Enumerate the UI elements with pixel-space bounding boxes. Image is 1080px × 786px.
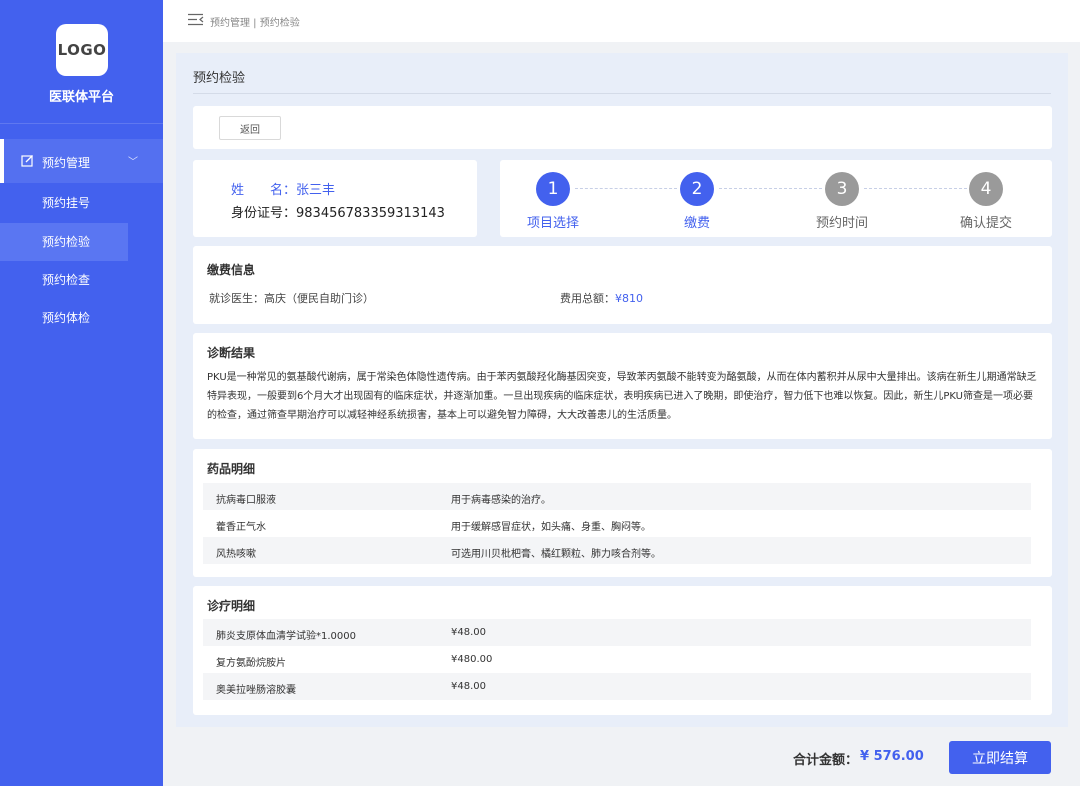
- sidebar-divider: [0, 123, 163, 124]
- fee-total-label: 费用总额：: [560, 292, 615, 305]
- treatment-name: 奥美拉唑肠溶胶囊: [216, 685, 296, 696]
- medicine-desc: 可选用川贝枇杷膏、橘红颗粒、肺力咳合剂等。: [451, 549, 661, 560]
- main-panel: 预约检验 返回 姓 名：张三丰 身份证号：983456783359313143 …: [176, 53, 1068, 727]
- fee-total-value: ¥810: [615, 292, 643, 305]
- active-indicator: [0, 139, 4, 183]
- medicine-desc: 用于缓解感冒症状，如头痛、身重、胸闷等。: [451, 522, 651, 533]
- fee-total-info: 费用总额：¥810: [560, 290, 643, 306]
- steps-card: 1 项目选择 2 缴费 3 预约时间 4 确认提交: [500, 160, 1052, 237]
- id-label: 身份证号：: [231, 206, 297, 221]
- sidebar-item-checkup[interactable]: 预约体检: [0, 299, 128, 337]
- doctor-name: 高庆（便民自助门诊）: [264, 292, 374, 305]
- sidebar-item-registration[interactable]: 预约挂号: [0, 184, 128, 222]
- step-label: 项目选择: [526, 216, 579, 231]
- menu-fold-icon[interactable]: [188, 13, 204, 26]
- step-number: 3: [825, 172, 859, 206]
- step-project-selection: 1 项目选择: [513, 172, 593, 231]
- page-title: 预约检验: [193, 71, 246, 86]
- patient-name-row: 姓 名：张三丰: [231, 179, 335, 198]
- step-payment: 2 缴费: [657, 172, 737, 231]
- step-label: 预约时间: [815, 216, 868, 231]
- diagnosis-text: PKU是一种常见的氨基酸代谢病，属于常染色体隐性遗传病。由于苯丙氨酸羟化酶基因突…: [207, 372, 1037, 421]
- fee-card: 缴费信息 就诊医生：高庆（便民自助门诊） 费用总额：¥810: [193, 246, 1052, 324]
- medicine-name: 风热咳嗽: [216, 549, 256, 560]
- sidebar-item-examination[interactable]: 预约检查: [0, 261, 128, 299]
- treatment-price: ¥48.00: [451, 681, 486, 692]
- edit-icon: [21, 155, 33, 167]
- table-row: 风热咳嗽 可选用川贝枇杷膏、橘红颗粒、肺力咳合剂等。: [203, 537, 1031, 564]
- treatment-price: ¥48.00: [451, 627, 486, 638]
- fee-section-title: 缴费信息: [207, 263, 256, 277]
- medicine-card: 药品明细 抗病毒口服液 用于病毒感染的治疗。 藿香正气水 用于缓解感冒症状，如头…: [193, 449, 1052, 577]
- breadcrumb: 预约管理 | 预约检验: [210, 18, 300, 29]
- treatment-name: 肺炎支原体血清学试验*1.0000: [216, 631, 356, 642]
- table-row: 复方氨酚烷胺片 ¥480.00: [203, 646, 1031, 673]
- sidebar-item-lab-test[interactable]: 预约检验: [0, 223, 128, 261]
- sidebar-menu-appointment[interactable]: 预约管理 ﹀: [0, 139, 163, 183]
- logo-text: LOGO: [57, 41, 107, 59]
- step-number: 4: [969, 172, 1003, 206]
- medicine-name: 抗病毒口服液: [216, 495, 276, 506]
- table-row: 藿香正气水 用于缓解感冒症状，如头痛、身重、胸闷等。: [203, 510, 1031, 537]
- doctor-info: 就诊医生：高庆（便民自助门诊）: [209, 290, 374, 306]
- platform-name: 医联体平台: [48, 90, 114, 105]
- treatment-card: 诊疗明细 肺炎支原体血清学试验*1.0000 ¥48.00 复方氨酚烷胺片 ¥4…: [193, 586, 1052, 715]
- logo: LOGO: [56, 24, 108, 76]
- grand-total-label: 合计金额：: [793, 753, 859, 768]
- step-number: 2: [680, 172, 714, 206]
- step-appointment-time: 3 预约时间: [802, 172, 882, 231]
- table-row: 抗病毒口服液 用于病毒感染的治疗。: [203, 483, 1031, 510]
- table-row: 肺炎支原体血清学试验*1.0000 ¥48.00: [203, 619, 1031, 646]
- sidebar-menu-label: 预约管理: [42, 156, 91, 170]
- back-button[interactable]: 返回: [219, 116, 281, 140]
- grand-total-value: ¥ 576.00: [860, 749, 924, 764]
- sidebar: LOGO 医联体平台 预约管理 ﹀ 预约挂号 预约检验 预约检查 预约体检: [0, 0, 163, 786]
- chevron-down-icon: ﹀: [128, 157, 138, 168]
- patient-id: 983456783359313143: [296, 206, 445, 221]
- step-number: 1: [536, 172, 570, 206]
- patient-name: 张三丰: [296, 183, 336, 198]
- action-card: 返回: [193, 106, 1052, 149]
- step-label: 缴费: [683, 216, 710, 231]
- step-label: 确认提交: [959, 216, 1012, 231]
- doctor-label: 就诊医生：: [209, 292, 264, 305]
- settle-button[interactable]: 立即结算: [949, 741, 1051, 774]
- top-bar: 预约管理 | 预约检验: [163, 0, 1080, 42]
- name-label: 姓 名：: [231, 183, 297, 198]
- table-row: 奥美拉唑肠溶胶囊 ¥48.00: [203, 673, 1031, 700]
- medicine-section-title: 药品明细: [207, 462, 256, 476]
- patient-id-row: 身份证号：983456783359313143: [231, 202, 445, 221]
- medicine-desc: 用于病毒感染的治疗。: [451, 495, 551, 506]
- treatment-name: 复方氨酚烷胺片: [216, 658, 286, 669]
- treatment-price: ¥480.00: [451, 654, 493, 665]
- treatment-section-title: 诊疗明细: [207, 599, 256, 613]
- diagnosis-card: 诊断结果 PKU是一种常见的氨基酸代谢病，属于常染色体隐性遗传病。由于苯丙氨酸羟…: [193, 333, 1052, 439]
- medicine-name: 藿香正气水: [216, 522, 266, 533]
- patient-card: 姓 名：张三丰 身份证号：983456783359313143: [193, 160, 477, 237]
- title-divider: [193, 93, 1051, 94]
- step-confirm-submit: 4 确认提交: [946, 172, 1026, 231]
- diagnosis-section-title: 诊断结果: [207, 346, 256, 360]
